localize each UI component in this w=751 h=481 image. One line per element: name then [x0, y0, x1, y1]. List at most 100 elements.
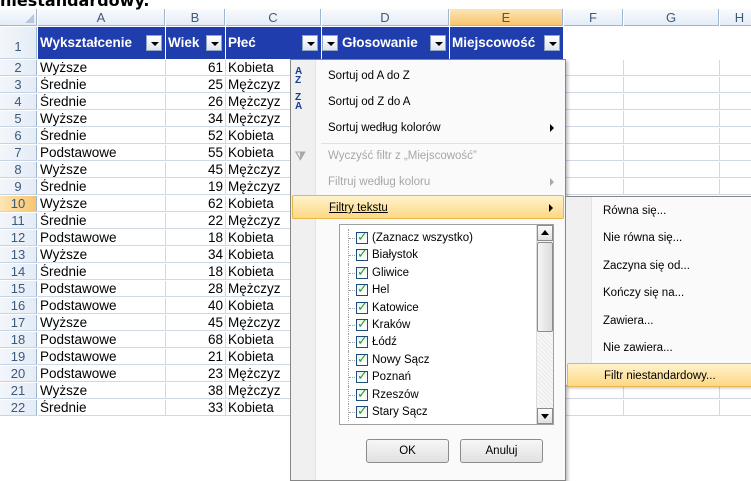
- checklist-item[interactable]: Nowy Sącz: [340, 350, 537, 369]
- cell-education[interactable]: Średnie: [38, 94, 166, 110]
- checkbox[interactable]: [356, 316, 368, 334]
- cell-age[interactable]: 21: [166, 349, 226, 365]
- cell-empty[interactable]: [624, 60, 720, 76]
- row-header[interactable]: 21: [0, 383, 37, 399]
- cell-education[interactable]: Podstawowe: [38, 281, 166, 297]
- cell-age[interactable]: 68: [166, 332, 226, 348]
- checklist-item[interactable]: Stary Sącz: [340, 403, 537, 421]
- cell-empty[interactable]: [564, 145, 624, 161]
- cell-education[interactable]: Średnie: [38, 77, 166, 93]
- row-header[interactable]: 8: [0, 162, 37, 178]
- checklist-item[interactable]: (Zaznacz wszystko): [340, 229, 537, 247]
- checkbox[interactable]: [356, 264, 368, 282]
- row-header[interactable]: 12: [0, 230, 37, 246]
- menu-item-sort-color[interactable]: Sortuj według kolorów: [292, 116, 564, 140]
- cell-empty[interactable]: [564, 77, 624, 93]
- menu-item-sort-az[interactable]: AZ Sortuj od A do Z: [292, 64, 564, 88]
- cell-age[interactable]: 22: [166, 213, 226, 229]
- row-header[interactable]: 2: [0, 60, 37, 76]
- ok-button[interactable]: OK: [366, 439, 449, 463]
- cell-age[interactable]: 18: [166, 264, 226, 280]
- checkbox[interactable]: [356, 299, 368, 317]
- checklist-scrollbar[interactable]: [536, 225, 553, 424]
- cell-empty[interactable]: [720, 128, 751, 144]
- cell-empty[interactable]: [624, 77, 720, 93]
- cell-education[interactable]: Średnie: [38, 213, 166, 229]
- filter-dropdown-button[interactable]: [146, 35, 162, 51]
- row-header[interactable]: 3: [0, 77, 37, 93]
- cell-empty[interactable]: [564, 162, 624, 178]
- header-cell-plec[interactable]: Płeć: [226, 27, 321, 59]
- checkbox[interactable]: [356, 386, 368, 404]
- cell-empty[interactable]: [564, 60, 624, 76]
- cell-education[interactable]: Podstawowe: [38, 366, 166, 382]
- cell-empty[interactable]: [564, 111, 624, 127]
- cell-empty[interactable]: [624, 400, 720, 416]
- submenu-item[interactable]: Równa się...: [567, 199, 751, 223]
- cell-age[interactable]: 62: [166, 196, 226, 212]
- cell-age[interactable]: 38: [166, 383, 226, 399]
- row-header[interactable]: 7: [0, 145, 37, 161]
- menu-item-sort-za[interactable]: ZA Sortuj od Z do A: [292, 90, 564, 114]
- cell-empty[interactable]: [624, 162, 720, 178]
- column-header-c[interactable]: C: [226, 9, 321, 26]
- checkbox[interactable]: [356, 351, 368, 369]
- cell-education[interactable]: Średnie: [38, 179, 166, 195]
- cell-education[interactable]: Podstawowe: [38, 349, 166, 365]
- submenu-item[interactable]: Zawiera...: [567, 309, 751, 333]
- cell-age[interactable]: 52: [166, 128, 226, 144]
- header-cell-miejscowosc[interactable]: Miejscowość: [450, 27, 563, 59]
- row-header[interactable]: 6: [0, 128, 37, 144]
- column-header-e[interactable]: E: [450, 9, 563, 26]
- column-header-f[interactable]: F: [564, 9, 623, 26]
- filter-dropdown-button[interactable]: [302, 35, 318, 51]
- cell-empty[interactable]: [624, 179, 720, 195]
- cell-age[interactable]: 34: [166, 247, 226, 263]
- cell-age[interactable]: 45: [166, 162, 226, 178]
- cell-empty[interactable]: [624, 94, 720, 110]
- column-header-b[interactable]: B: [166, 9, 225, 26]
- row-header[interactable]: 19: [0, 349, 37, 365]
- header-cell-glosowanie[interactable]: Głosowanie: [322, 27, 449, 59]
- column-header-h[interactable]: H: [720, 9, 751, 26]
- cell-age[interactable]: 45: [166, 315, 226, 331]
- row-header[interactable]: 11: [0, 213, 37, 229]
- filter-dropdown-button-active[interactable]: [544, 35, 560, 51]
- row-header[interactable]: 16: [0, 298, 37, 314]
- row-header[interactable]: 15: [0, 281, 37, 297]
- header-cell-wiek[interactable]: Wiek: [166, 27, 225, 59]
- checklist-item[interactable]: Białystok: [340, 246, 537, 265]
- cell-education[interactable]: Wyższe: [38, 196, 166, 212]
- cell-empty[interactable]: [564, 128, 624, 144]
- cell-empty[interactable]: [624, 111, 720, 127]
- cell-age[interactable]: 19: [166, 179, 226, 195]
- cell-age[interactable]: 34: [166, 111, 226, 127]
- cell-education[interactable]: Podstawowe: [38, 145, 166, 161]
- submenu-item[interactable]: Kończy się na...: [567, 281, 751, 305]
- cell-empty[interactable]: [720, 60, 751, 76]
- checklist-item[interactable]: Gliwice: [340, 263, 537, 282]
- scroll-thumb[interactable]: [537, 242, 553, 332]
- cell-age[interactable]: 55: [166, 145, 226, 161]
- row-header[interactable]: 17: [0, 315, 37, 331]
- filter-dropdown-button[interactable]: [206, 35, 222, 51]
- cell-empty[interactable]: [720, 400, 751, 416]
- submenu-item[interactable]: Nie równa się...: [567, 226, 751, 250]
- row-header[interactable]: 14: [0, 264, 37, 280]
- cell-education[interactable]: Wyższe: [38, 111, 166, 127]
- cell-education[interactable]: Średnie: [38, 128, 166, 144]
- cell-age[interactable]: 25: [166, 77, 226, 93]
- cell-education[interactable]: Podstawowe: [38, 332, 166, 348]
- checklist-item[interactable]: Hel: [340, 281, 537, 300]
- menu-item-filter-color[interactable]: Filtruj według koloru: [292, 170, 564, 194]
- column-header-d[interactable]: D: [322, 9, 449, 26]
- select-all-corner[interactable]: [0, 9, 37, 26]
- row-header[interactable]: 13: [0, 247, 37, 263]
- cell-age[interactable]: 28: [166, 281, 226, 297]
- cell-education[interactable]: Podstawowe: [38, 230, 166, 246]
- cell-age[interactable]: 61: [166, 60, 226, 76]
- cell-education[interactable]: Wyższe: [38, 60, 166, 76]
- cell-empty[interactable]: [624, 128, 720, 144]
- row-header[interactable]: 4: [0, 94, 37, 110]
- column-header-g[interactable]: G: [624, 9, 719, 26]
